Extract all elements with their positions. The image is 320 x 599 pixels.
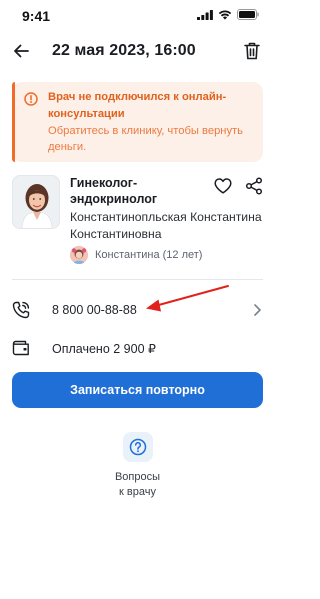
favorite-button[interactable] xyxy=(212,175,234,197)
doctor-avatar xyxy=(12,175,60,229)
doctor-photo xyxy=(13,176,59,228)
status-time: 9:41 xyxy=(22,8,51,24)
page-title: 22 мая 2023, 16:00 xyxy=(52,42,196,59)
trash-icon xyxy=(244,42,260,60)
status-icons xyxy=(197,9,259,20)
patient-avatar xyxy=(70,246,88,264)
back-button[interactable] xyxy=(10,40,32,62)
patient-info: Константина (12 лет) xyxy=(70,245,202,265)
questions-to-doctor-button[interactable]: Вопросы к врачу xyxy=(100,432,175,502)
share-button[interactable] xyxy=(243,175,265,197)
question-icon-box xyxy=(123,432,153,462)
divider xyxy=(12,279,263,280)
wifi-icon xyxy=(218,9,232,20)
question-circle-icon xyxy=(129,438,147,456)
patient-photo xyxy=(70,246,88,264)
rebook-button[interactable]: Записаться повторно xyxy=(12,372,263,408)
warning-alert: Врач не подключился к онлайн-консультаци… xyxy=(12,82,263,162)
header: 22 мая 2023, 16:00 xyxy=(0,36,275,68)
patient-name: Константина (12 лет) xyxy=(95,249,203,261)
phone-number[interactable]: 8 800 00-88-88 xyxy=(52,303,137,317)
phone-row[interactable]: 8 800 00-88-88 xyxy=(0,296,275,326)
arrow-left-icon xyxy=(14,44,29,58)
questions-label: Вопросы к врачу xyxy=(100,470,175,499)
signal-icon xyxy=(197,9,213,20)
doctor-name: Константинопльская Константина Константи… xyxy=(70,210,262,241)
payment-status: Оплачено 2 900 ₽ xyxy=(52,342,156,356)
alert-accent-bar xyxy=(12,82,15,162)
alert-title: Врач не подключился к онлайн-консультаци… xyxy=(48,91,227,120)
share-icon xyxy=(245,177,263,195)
doctor-card[interactable]: Гинеколог-эндокринолог Константинопльска… xyxy=(12,175,263,270)
doctor-specialty: Гинеколог-эндокринолог xyxy=(70,176,158,206)
delete-button[interactable] xyxy=(241,40,263,62)
payment-row: Оплачено 2 900 ₽ xyxy=(0,334,275,364)
battery-icon xyxy=(237,9,259,20)
questions-label-line2: к врачу xyxy=(119,485,156,498)
wallet-icon xyxy=(12,340,29,356)
heart-icon xyxy=(214,178,232,194)
status-bar: 9:41 xyxy=(0,0,275,30)
alert-text: Обратитесь в клинику, чтобы вернуть день… xyxy=(48,125,244,153)
phone-call-icon xyxy=(12,301,30,319)
questions-label-line1: Вопросы xyxy=(114,471,161,483)
chevron-right-icon xyxy=(254,304,261,316)
alert-circle-icon xyxy=(24,92,38,106)
